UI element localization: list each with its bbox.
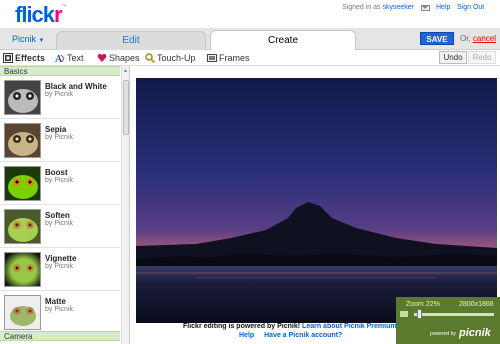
powered-text: Flickr editing is powered by Picnik! [183,323,301,330]
effect-author: by Picnik [45,91,74,98]
undo-button[interactable]: Undo [439,51,467,64]
effect-thumbnail [4,80,41,115]
zoom-slider-knob[interactable] [417,309,422,319]
learn-premium-link[interactable]: Learn about Picnik Premium [302,323,397,330]
effect-thumbnail [4,252,41,287]
signed-in-prefix: Signed in as [342,4,381,11]
effect-matte[interactable]: Matte by Picnik [0,292,120,334]
tool-touchup[interactable]: Touch-Up [145,52,196,65]
effects-panel: Basics Black and White by Picnik Sepia b… [0,66,130,344]
help-account-links: Help Have a Picnik account? [239,332,350,339]
cancel-link[interactable]: cancel [473,34,496,43]
save-button[interactable]: SAVE [420,32,454,45]
image-dimensions: 2800x1866 [459,301,494,308]
photo-preview[interactable] [136,78,497,323]
effect-name: Vignette [45,254,77,263]
effect-thumbnail [4,295,41,330]
redo-button[interactable]: Redo [468,51,496,64]
effect-name: Black and White [45,82,107,91]
effect-vignette[interactable]: Vignette by Picnik [0,249,120,291]
effect-author: by Picnik [45,134,74,141]
effect-name: Sepia [45,125,67,134]
help-link[interactable]: Help [436,4,450,11]
logo-accent-text: r [54,2,63,27]
logo-tm: ™ [61,4,67,10]
mail-icon[interactable] [421,5,430,11]
logo-main-text: flick [15,2,55,27]
or-label: Or, [460,34,471,43]
effect-name: Soften [45,211,70,220]
zoom-out-icon[interactable] [400,311,408,317]
effect-name: Matte [45,297,66,306]
username-link[interactable]: skyseeker [382,4,414,11]
tool-frames-label: Frames [219,53,250,63]
tab-bar: Picnik ▼ Edit Create SAVE Or, cancel [0,28,500,51]
effect-soften[interactable]: Soften by Picnik [0,206,120,248]
tool-text-label: Text [67,53,84,63]
frames-icon [207,54,217,62]
effect-name: Boost [45,168,68,177]
zoom-label: Zoom 22% [406,301,440,308]
tool-touchup-label: Touch-Up [157,53,196,63]
effect-author: by Picnik [45,263,74,270]
powered-by-label: powered by [430,331,456,337]
zoom-slider[interactable] [414,313,494,316]
effect-thumbnail [4,209,41,244]
tool-shapes-label: Shapes [109,53,140,63]
picnik-app-menu[interactable]: Picnik ▼ [12,34,44,44]
tool-shapes[interactable]: Shapes [97,52,140,65]
effect-black-and-white[interactable]: Black and White by Picnik [0,77,120,119]
effect-thumbnail [4,123,41,158]
touchup-icon [145,53,155,63]
effect-author: by Picnik [45,306,74,313]
footer-help-link[interactable]: Help [239,332,254,339]
scroll-thumb[interactable] [123,80,129,135]
top-bar: flickr™ Signed in as skyseeker Help Sign… [0,0,500,28]
tool-effects-label: Effects [15,53,46,63]
sign-out-link[interactable]: Sign Out [457,4,484,11]
section-camera[interactable]: Camera [0,331,120,341]
effect-sepia[interactable]: Sepia by Picnik [0,120,120,162]
effects-icon [3,53,13,63]
tab-edit[interactable]: Edit [56,31,206,50]
tool-frames[interactable]: Frames [207,52,250,65]
effect-thumbnail [4,166,41,201]
text-icon: A [55,54,65,63]
effects-scrollbar[interactable]: ▲ [121,66,129,344]
create-toolbar: Effects A Text Shapes Touch-Up Frames Und… [0,50,500,66]
chevron-down-icon: ▼ [38,38,45,44]
shapes-icon [97,53,107,62]
section-basics[interactable]: Basics [0,66,120,76]
effect-author: by Picnik [45,220,74,227]
powered-by-caption: Flickr editing is powered by Picnik! Lea… [183,323,397,330]
picnik-account-link[interactable]: Have a Picnik account? [264,332,342,339]
signed-in-text: Signed in as skyseeker [342,4,414,11]
picnik-logo[interactable]: picnik [459,327,491,339]
flickr-logo[interactable]: flickr™ [15,2,67,28]
or-cancel: Or, cancel [460,34,496,43]
scroll-up-icon[interactable]: ▲ [123,68,128,74]
tool-effects[interactable]: Effects [3,52,45,65]
effect-author: by Picnik [45,177,74,184]
tab-create[interactable]: Create [210,30,356,51]
picnik-menu-label: Picnik [12,34,37,44]
effect-boost[interactable]: Boost by Picnik [0,163,120,205]
tool-text[interactable]: A Text [55,52,84,65]
